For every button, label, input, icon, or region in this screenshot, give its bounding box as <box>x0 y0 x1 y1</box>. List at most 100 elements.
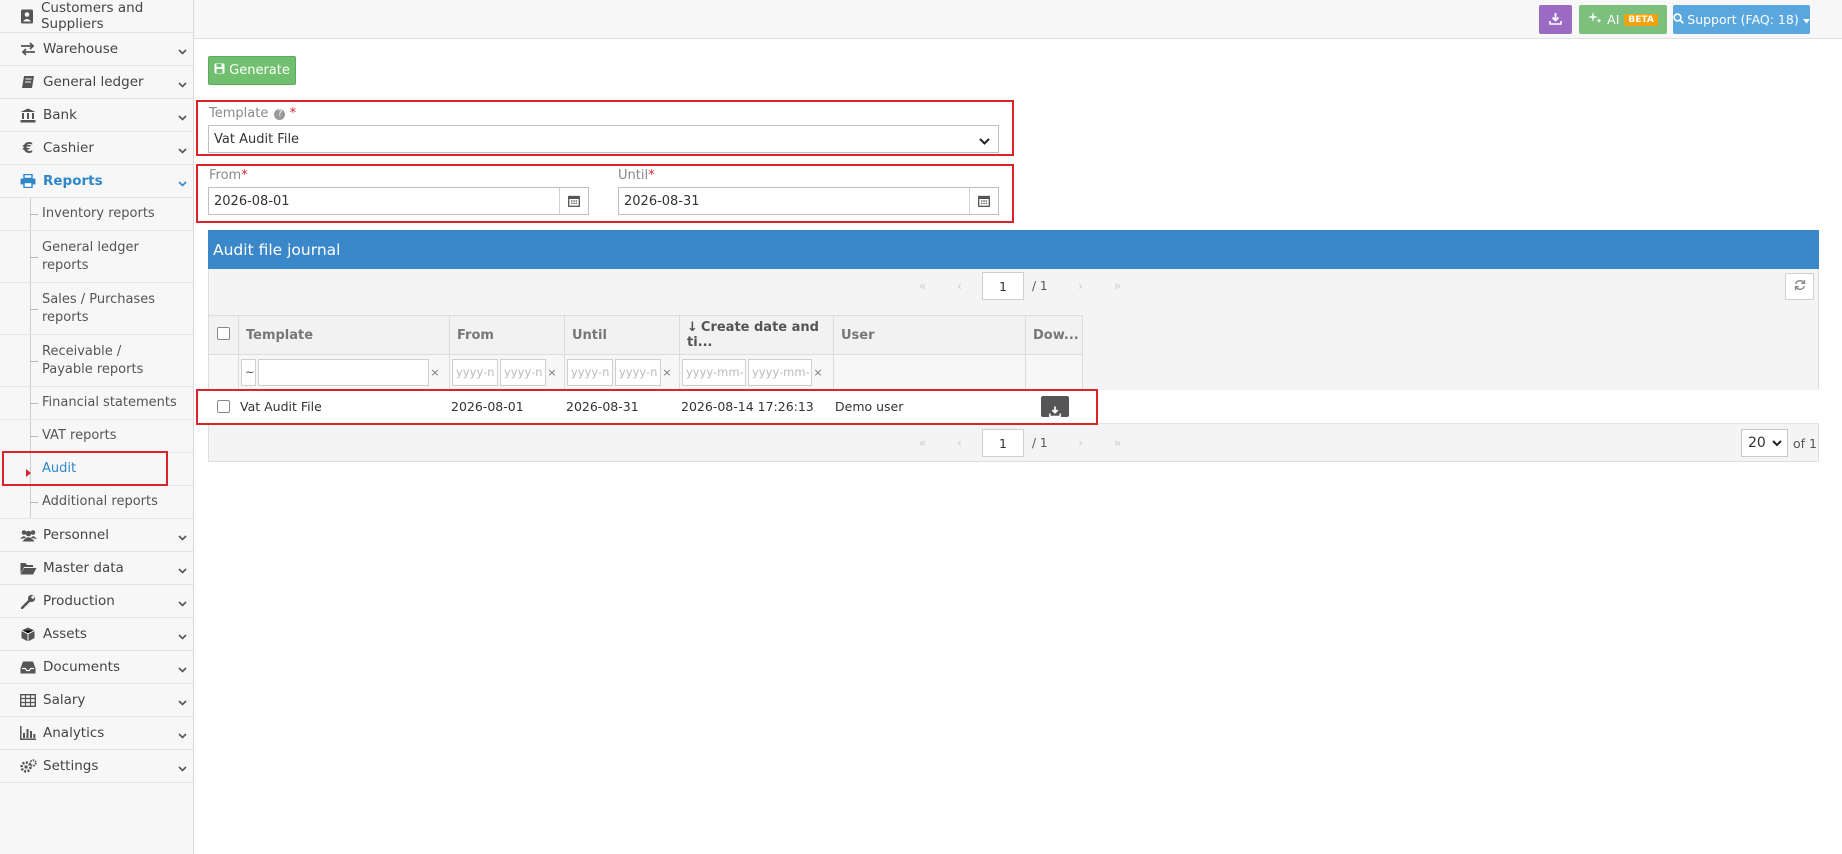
col-from[interactable]: From <box>449 315 565 355</box>
last-page-icon[interactable]: » <box>1099 436 1136 450</box>
page-total: / 1 <box>1032 436 1048 450</box>
bank-icon <box>18 107 38 123</box>
nav-label: Analytics <box>43 725 105 741</box>
filter-until: yyyy-n yyyy-n × <box>564 354 680 390</box>
nav-cashier[interactable]: € Cashier <box>0 132 193 165</box>
chevron-down-icon <box>178 76 187 92</box>
chevron-down-icon <box>178 760 187 776</box>
ai-label: AI <box>1607 12 1620 27</box>
next-page-icon[interactable]: › <box>1062 436 1099 450</box>
nav-analytics[interactable]: Analytics <box>0 717 193 750</box>
sub-label: Receivable / Payable reports <box>42 343 144 377</box>
col-user[interactable]: User <box>833 315 1026 355</box>
nav-documents[interactable]: Documents <box>0 651 193 684</box>
nav-salary[interactable]: Salary <box>0 684 193 717</box>
filter-user <box>833 354 1026 390</box>
gears-icon <box>18 758 38 774</box>
filter-template: ~ × <box>238 354 450 390</box>
cube-icon <box>18 626 38 642</box>
caret-down-icon <box>1802 12 1810 27</box>
sub-label: Financial statements <box>42 395 177 410</box>
nav-label: General ledger <box>43 74 144 90</box>
nav-label: Reports <box>43 173 103 189</box>
euro-icon: € <box>22 139 34 157</box>
nav-label: Customers and Suppliers <box>40 0 144 32</box>
filter-from-end[interactable]: yyyy-n <box>500 358 546 386</box>
sub-sales-purchases-reports[interactable]: Sales / Purchases reports <box>0 283 193 335</box>
clear-icon[interactable]: × <box>546 366 558 379</box>
chevron-down-icon <box>178 661 187 677</box>
col-created[interactable]: ↓ Create date and ti... <box>679 315 834 355</box>
filter-empty <box>208 354 239 390</box>
chevron-down-icon <box>178 727 187 743</box>
page-total: / 1 <box>1032 279 1048 293</box>
chevron-down-icon <box>178 43 187 59</box>
filter-from-start[interactable]: yyyy-n <box>452 358 498 386</box>
col-until[interactable]: Until <box>564 315 680 355</box>
next-page-icon[interactable]: › <box>1062 279 1099 293</box>
prev-page-icon[interactable]: ‹ <box>941 436 978 450</box>
refresh-icon <box>1794 279 1806 295</box>
exchange-arrows-icon <box>18 41 38 57</box>
page-input[interactable]: 1 <box>982 429 1024 457</box>
nav-production[interactable]: Production <box>0 585 193 618</box>
page-input[interactable]: 1 <box>982 272 1024 300</box>
filter-template-input[interactable] <box>258 358 429 386</box>
ai-button[interactable]: AI BETA <box>1579 5 1667 34</box>
beta-badge: BETA <box>1624 13 1658 26</box>
page-size-select[interactable]: 20 <box>1741 429 1788 457</box>
nav-warehouse[interactable]: Warehouse <box>0 33 193 66</box>
page-count-label: of 1 <box>1793 436 1817 451</box>
nav-bank[interactable]: Bank <box>0 99 193 132</box>
chevron-down-icon <box>178 175 187 191</box>
first-page-icon[interactable]: « <box>904 279 941 293</box>
clear-icon[interactable]: × <box>661 366 673 379</box>
chevron-down-icon <box>178 529 187 545</box>
filter-until-start[interactable]: yyyy-n <box>567 358 613 386</box>
journal-table: Template From Until ↓ Create date and ti.… <box>208 315 1083 390</box>
refresh-button[interactable] <box>1785 273 1814 300</box>
nav-personnel[interactable]: Personnel <box>0 519 193 552</box>
nav-label: Production <box>43 593 115 609</box>
col-download[interactable]: Dow... <box>1025 315 1083 355</box>
nav-label: Assets <box>43 626 87 642</box>
prev-page-icon[interactable]: ‹ <box>941 279 978 293</box>
filter-until-end[interactable]: yyyy-n <box>615 358 661 386</box>
generate-button[interactable]: Generate <box>208 56 296 85</box>
clear-icon[interactable]: × <box>812 366 824 379</box>
folder-open-icon <box>18 560 38 576</box>
clear-icon[interactable]: × <box>429 366 441 379</box>
save-icon <box>214 63 225 78</box>
header-row: Template From Until ↓ Create date and ti.… <box>208 315 1083 355</box>
nav-reports[interactable]: Reports <box>0 165 193 198</box>
nav-assets[interactable]: Assets <box>0 618 193 651</box>
nav-label: Warehouse <box>43 41 119 57</box>
sub-vat-reports[interactable]: VAT reports <box>0 420 193 453</box>
sub-additional-reports[interactable]: Additional reports <box>0 486 193 519</box>
sub-receivable-payable-reports[interactable]: Receivable / Payable reports <box>0 335 193 387</box>
nav-settings[interactable]: Settings <box>0 750 193 783</box>
filter-created-start[interactable]: yyyy-mm- <box>682 358 746 386</box>
highlight-template <box>196 100 1014 156</box>
sub-inventory-reports[interactable]: Inventory reports <box>0 198 193 231</box>
select-all-checkbox[interactable] <box>217 326 230 340</box>
nav-customers-suppliers[interactable]: Customers and Suppliers <box>0 0 193 33</box>
support-dropdown[interactable]: Support (FAQ: 18) <box>1673 5 1810 34</box>
download-button[interactable] <box>1539 5 1572 34</box>
first-page-icon[interactable]: « <box>904 436 941 450</box>
sub-general-ledger-reports[interactable]: General ledger reports <box>0 231 193 283</box>
nav-general-ledger[interactable]: General ledger <box>0 66 193 99</box>
col-template[interactable]: Template <box>238 315 450 355</box>
nav-label: Master data <box>43 560 124 576</box>
download-icon <box>1549 12 1562 28</box>
filter-created-end[interactable]: yyyy-mm- <box>748 358 812 386</box>
highlight-row <box>196 389 1098 425</box>
filter-operator[interactable]: ~ <box>241 358 256 386</box>
sub-label: Inventory reports <box>42 206 155 221</box>
filter-created: yyyy-mm-yyyy-mm- × <box>679 354 834 390</box>
book-icon <box>18 74 38 90</box>
sub-financial-statements[interactable]: Financial statements <box>0 387 193 420</box>
nav-master-data[interactable]: Master data <box>0 552 193 585</box>
last-page-icon[interactable]: » <box>1099 279 1136 293</box>
sub-label: Sales / Purchases reports <box>42 291 156 325</box>
